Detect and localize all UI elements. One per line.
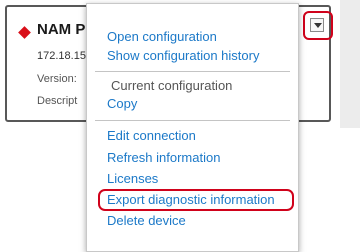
device-menu-button[interactable] (310, 18, 324, 32)
menu-item-licenses[interactable]: Licenses (107, 171, 158, 187)
menu-divider (95, 71, 290, 72)
menu-item-delete-device[interactable]: Delete device (107, 213, 186, 229)
menu-item-show-configuration-history[interactable]: Show configuration history (107, 48, 259, 64)
adjacent-card-edge (340, 0, 360, 128)
menu-item-open-configuration[interactable]: Open configuration (107, 29, 217, 45)
menu-item-edit-connection[interactable]: Edit connection (107, 128, 196, 144)
chevron-down-icon (314, 23, 322, 28)
menu-item-copy[interactable]: Copy (107, 96, 137, 112)
device-description-label: Descript (37, 95, 78, 107)
current-configuration-label: Current configuration (111, 78, 233, 93)
menu-item-export-diagnostic-information[interactable]: Export diagnostic information (107, 192, 275, 208)
device-context-menu: Open configuration Show configuration hi… (86, 3, 299, 252)
device-ip-address: 172.18.15 (37, 50, 86, 62)
device-version-label: Version: (37, 73, 77, 85)
menu-divider (95, 120, 290, 121)
menu-item-refresh-information[interactable]: Refresh information (107, 150, 220, 166)
device-name: NAM P (37, 21, 86, 38)
